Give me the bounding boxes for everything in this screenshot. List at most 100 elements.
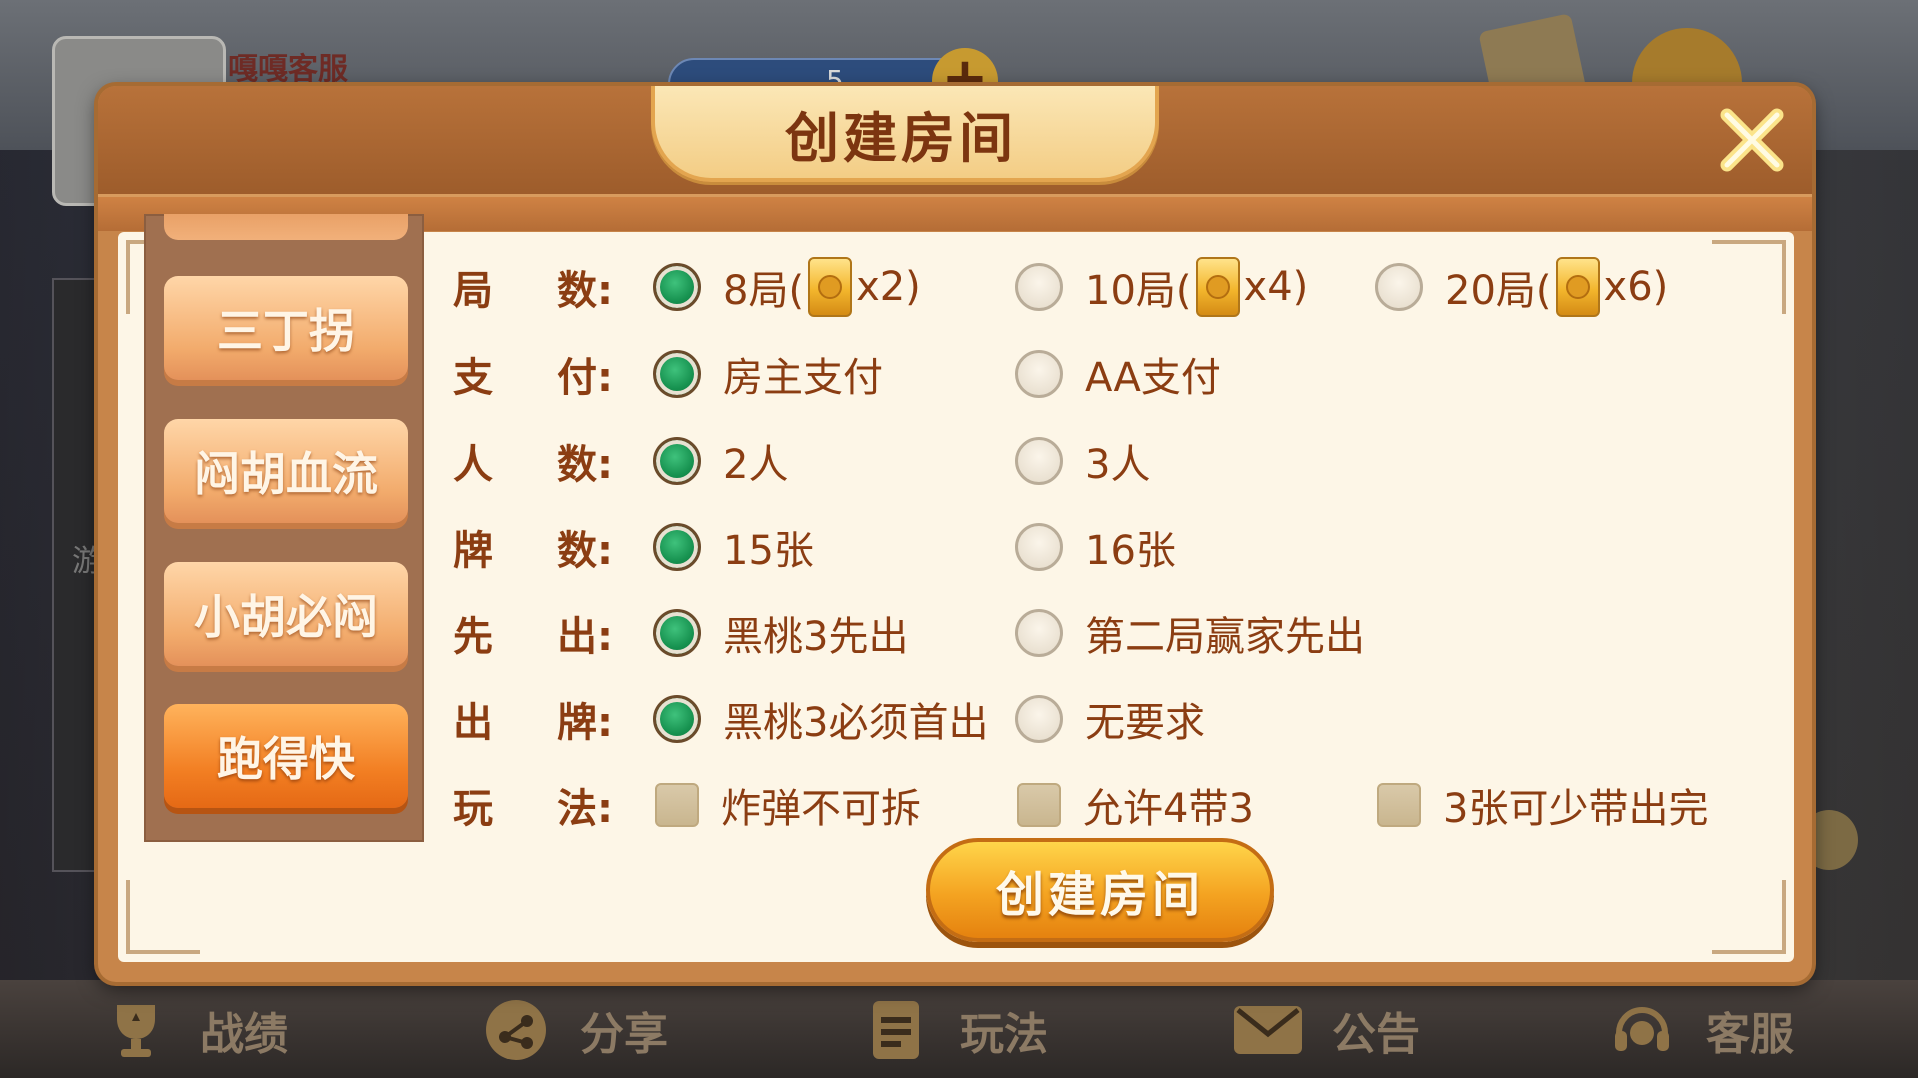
radio-unchecked[interactable]: [1375, 263, 1423, 311]
row-label: 牌 数:: [453, 512, 613, 582]
nav-service[interactable]: 客服: [1606, 990, 1794, 1070]
username: 嘎嘎客服: [228, 52, 348, 87]
nav-rules-label: 玩法: [960, 1009, 1048, 1060]
room-card-icon: [1195, 257, 1240, 317]
room-card-icon: [808, 257, 853, 317]
option-text: 炸弹不可拆: [721, 786, 921, 832]
nav-share-label: 分享: [580, 1009, 668, 1060]
dialog-title: 创建房间: [785, 107, 1017, 170]
radio-checked[interactable]: [653, 263, 701, 311]
row-label: 支 付:: [453, 339, 613, 409]
option-10-rounds[interactable]: 10局( x4): [1015, 252, 1308, 322]
option-label: 20局( x6): [1445, 257, 1668, 317]
row-label-b: 数:: [557, 528, 613, 574]
game-type-menhu-xueliu[interactable]: 闷胡血流: [164, 419, 408, 523]
option-aa-pays[interactable]: AA支付: [1015, 339, 1221, 409]
option-cost: x4): [1243, 264, 1309, 310]
option-15-cards[interactable]: 15张: [653, 512, 814, 582]
option-winner-first[interactable]: 第二局赢家先出: [1015, 598, 1365, 668]
nav-record[interactable]: 战绩: [100, 990, 288, 1070]
row-label-a: 玩: [453, 786, 493, 832]
radio-unchecked[interactable]: [1015, 263, 1063, 311]
option-text: 无要求: [1085, 700, 1205, 746]
game-type-xiaohu-bimen[interactable]: 小胡必闷: [164, 562, 408, 666]
radio-checked[interactable]: [653, 350, 701, 398]
row-label: 先 出:: [453, 598, 613, 668]
headset-icon: [1606, 994, 1678, 1066]
option-cost: x6): [1603, 264, 1669, 310]
radio-unchecked[interactable]: [1015, 695, 1063, 743]
row-label-a: 出: [453, 700, 493, 746]
row-label-b: 出:: [557, 614, 613, 660]
row-label-b: 数:: [557, 268, 613, 314]
nav-notice[interactable]: 公告: [1232, 990, 1420, 1070]
close-icon: [1720, 108, 1784, 172]
option-cost: x2): [856, 264, 921, 310]
nav-share[interactable]: 分享: [480, 990, 668, 1070]
option-text: 10局(: [1085, 268, 1192, 314]
mail-icon: [1232, 994, 1304, 1066]
row-label: 局 数:: [453, 252, 613, 322]
corner-ornament: [1712, 240, 1786, 314]
close-button[interactable]: [1716, 104, 1788, 176]
radio-checked[interactable]: [653, 695, 701, 743]
game-type-paodekuai[interactable]: 跑得快: [164, 704, 408, 808]
option-text: 黑桃3必须首出: [723, 700, 989, 746]
option-3-players[interactable]: 3人: [1015, 426, 1150, 496]
nav-service-label: 客服: [1706, 1009, 1794, 1060]
list-scroll-top: [164, 214, 408, 240]
option-text: 3张可少带出完: [1443, 786, 1709, 832]
option-text: 2人: [723, 442, 789, 488]
radio-unchecked[interactable]: [1015, 437, 1063, 485]
option-text: 允许4带3: [1083, 786, 1254, 832]
create-room-button[interactable]: 创建房间: [926, 838, 1274, 942]
row-label-a: 先: [453, 614, 493, 660]
trophy-icon: [100, 994, 172, 1066]
option-spade3-first[interactable]: 黑桃3先出: [653, 598, 908, 668]
row-label-a: 牌: [453, 528, 493, 574]
radio-unchecked[interactable]: [1015, 609, 1063, 657]
game-type-sandingguai[interactable]: 三丁拐: [164, 276, 408, 380]
row-label-a: 局: [453, 268, 493, 314]
row-label-a: 支: [453, 355, 493, 401]
option-label: 8局( x2): [723, 257, 921, 317]
option-16-cards[interactable]: 16张: [1015, 512, 1176, 582]
row-label: 玩 法:: [453, 770, 613, 840]
nav-record-label: 战绩: [200, 1009, 288, 1060]
row-label-b: 法:: [557, 786, 613, 832]
option-no-requirement[interactable]: 无要求: [1015, 684, 1205, 754]
option-8-rounds[interactable]: 8局( x2): [653, 252, 921, 322]
row-label-b: 数:: [557, 442, 613, 488]
row-label: 人 数:: [453, 426, 613, 496]
radio-checked[interactable]: [653, 437, 701, 485]
checkbox-unchecked[interactable]: [1017, 783, 1061, 827]
checkbox-unchecked[interactable]: [1377, 783, 1421, 827]
option-text: 3人: [1085, 442, 1151, 488]
option-triple-fewer-kickers[interactable]: 3张可少带出完: [1377, 770, 1708, 840]
option-allow-4-with-3[interactable]: 允许4带3: [1017, 770, 1254, 840]
option-text: 黑桃3先出: [723, 614, 909, 660]
nav-notice-label: 公告: [1332, 1009, 1420, 1060]
radio-checked[interactable]: [653, 523, 701, 571]
rules-icon: [860, 994, 932, 1066]
radio-unchecked[interactable]: [1015, 350, 1063, 398]
option-host-pays[interactable]: 房主支付: [653, 339, 883, 409]
corner-ornament: [126, 880, 200, 954]
corner-ornament: [1712, 880, 1786, 954]
option-text: 第二局赢家先出: [1085, 614, 1365, 660]
nav-rules[interactable]: 玩法: [860, 990, 1048, 1070]
option-label: 10局( x4): [1085, 257, 1308, 317]
room-card-icon: [1555, 257, 1600, 317]
option-20-rounds[interactable]: 20局( x6): [1375, 252, 1668, 322]
row-label-a: 人: [453, 442, 493, 488]
checkbox-unchecked[interactable]: [655, 783, 699, 827]
option-2-players[interactable]: 2人: [653, 426, 788, 496]
option-text: 房主支付: [723, 355, 883, 401]
option-bomb-unsplittable[interactable]: 炸弹不可拆: [655, 770, 921, 840]
game-type-list: 三丁拐 闷胡血流 小胡必闷 跑得快: [144, 214, 424, 842]
option-text: 16张: [1085, 528, 1176, 574]
option-text: 15张: [723, 528, 814, 574]
radio-unchecked[interactable]: [1015, 523, 1063, 571]
radio-checked[interactable]: [653, 609, 701, 657]
option-spade3-must-lead[interactable]: 黑桃3必须首出: [653, 684, 988, 754]
